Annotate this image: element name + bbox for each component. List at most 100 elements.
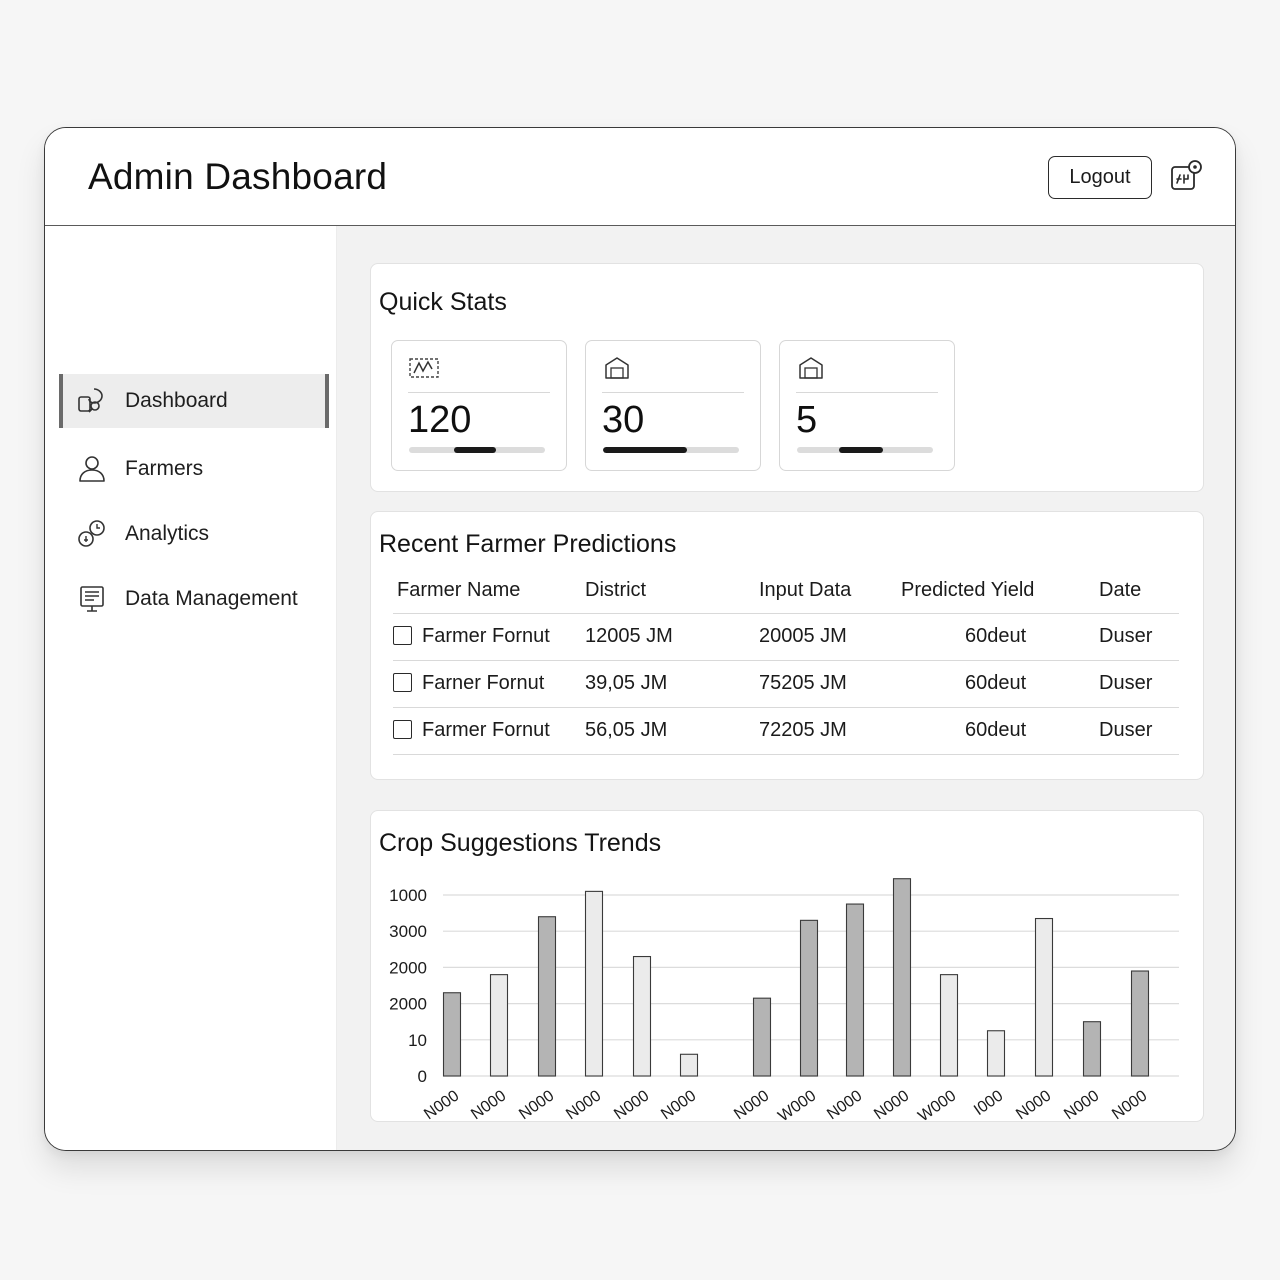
chart-bar[interactable] bbox=[442, 992, 462, 1077]
table-row[interactable]: Farmer Fornut 12005 JM 20005 JM 60deut D… bbox=[393, 613, 1179, 661]
column-header-input-data[interactable]: Input Data bbox=[759, 568, 901, 614]
x-tick-label: N000 bbox=[1109, 1087, 1150, 1123]
x-tick-label: N000 bbox=[871, 1087, 912, 1123]
district-cell: 56,05 JM bbox=[585, 707, 759, 755]
row-checkbox[interactable] bbox=[393, 673, 412, 692]
chart-bar[interactable] bbox=[1130, 970, 1150, 1077]
y-tick-label: 1000 bbox=[389, 886, 427, 905]
chart-bar[interactable] bbox=[799, 919, 819, 1077]
column-header-date[interactable]: Date bbox=[1099, 568, 1179, 614]
chart-bar[interactable] bbox=[892, 878, 912, 1077]
predictions-card: Recent Farmer Predictions Farmer Name Di… bbox=[370, 511, 1204, 780]
x-tick-label: W000 bbox=[915, 1087, 959, 1123]
sidebar-item-data-management[interactable]: Data Management bbox=[59, 572, 329, 626]
chart-bar[interactable] bbox=[1082, 1021, 1102, 1077]
chart-bar[interactable] bbox=[632, 955, 652, 1077]
stat-value: 30 bbox=[602, 399, 645, 441]
table-row[interactable]: Farmer Fornut 56,05 JM 72205 JM 60deut D… bbox=[393, 707, 1179, 755]
predictions-title: Recent Farmer Predictions bbox=[379, 530, 677, 558]
x-tick-label: N000 bbox=[1061, 1087, 1102, 1123]
stat-progress-fill bbox=[603, 447, 688, 453]
chart-bar[interactable] bbox=[1034, 917, 1054, 1077]
x-tick-label: N000 bbox=[658, 1087, 699, 1123]
column-header-farmer-name[interactable]: Farmer Name bbox=[393, 568, 585, 614]
stat-card[interactable]: 120 bbox=[391, 340, 567, 471]
input-data-cell: 20005 JM bbox=[759, 613, 901, 661]
stat-card[interactable]: 30 bbox=[585, 340, 761, 471]
x-tick-label: N000 bbox=[731, 1087, 772, 1123]
y-tick-label: 10 bbox=[408, 1031, 427, 1050]
x-tick-label: I000 bbox=[971, 1087, 1006, 1119]
stat-progress-track bbox=[409, 447, 545, 453]
stat-value: 5 bbox=[796, 399, 818, 441]
table-header-row: Farmer Name District Input Data Predicte… bbox=[393, 568, 1179, 614]
crop-trends-chart: 1000300020002000100N000 N000 N000 N000 N000 N… bbox=[389, 878, 1179, 1123]
farmer-name-cell: Farmer Fornut bbox=[422, 719, 550, 741]
stat-progress-track bbox=[603, 447, 739, 453]
district-cell: 12005 JM bbox=[585, 613, 759, 661]
input-data-cell: 72205 JM bbox=[759, 707, 901, 755]
analytics-icon bbox=[75, 517, 109, 551]
sidebar-item-label: Analytics bbox=[125, 522, 210, 545]
farmer-name-cell: Farner Fornut bbox=[422, 672, 545, 694]
y-tick-label: 0 bbox=[418, 1067, 427, 1086]
data-management-icon bbox=[75, 582, 109, 616]
x-tick-label: N000 bbox=[468, 1087, 509, 1123]
predicted-yield-cell: 60deut bbox=[901, 660, 1099, 708]
quick-stats-title: Quick Stats bbox=[379, 288, 507, 316]
sidebar-item-farmers[interactable]: Farmers bbox=[59, 442, 329, 496]
x-tick-label: N000 bbox=[563, 1087, 604, 1123]
x-tick-label: N000 bbox=[611, 1087, 652, 1123]
stat-divider bbox=[796, 392, 938, 393]
person-icon bbox=[75, 452, 109, 486]
user-settings-icon[interactable] bbox=[1169, 158, 1205, 194]
box-icon bbox=[799, 357, 823, 379]
chart-bar[interactable] bbox=[845, 903, 865, 1077]
stat-divider bbox=[408, 392, 550, 393]
date-cell: Duser bbox=[1099, 613, 1179, 661]
page-title: Admin Dashboard bbox=[88, 156, 388, 197]
header-bar: Admin Dashboard Logout bbox=[45, 128, 1235, 226]
chart-bar[interactable] bbox=[489, 974, 509, 1077]
predicted-yield-cell: 60deut bbox=[901, 707, 1099, 755]
chart-bar[interactable] bbox=[537, 916, 557, 1077]
box-icon bbox=[605, 357, 629, 379]
column-header-predicted-yield[interactable]: Predicted Yield bbox=[901, 568, 1099, 614]
chart-bar[interactable] bbox=[939, 974, 959, 1077]
stats-icon bbox=[409, 358, 439, 378]
chart-bar[interactable] bbox=[679, 1053, 699, 1077]
predictions-table: Farmer Name District Input Data Predicte… bbox=[393, 568, 1179, 755]
x-tick-label: W000 bbox=[775, 1087, 819, 1123]
x-tick-label: N000 bbox=[824, 1087, 865, 1123]
stat-progress-fill bbox=[839, 447, 883, 453]
sidebar-item-dashboard[interactable]: Dashboard bbox=[59, 374, 329, 428]
x-tick-label: N000 bbox=[1013, 1087, 1054, 1123]
row-checkbox[interactable] bbox=[393, 626, 412, 645]
stat-value: 120 bbox=[408, 399, 472, 441]
district-cell: 39,05 JM bbox=[585, 660, 759, 708]
column-header-district[interactable]: District bbox=[585, 568, 759, 614]
row-checkbox[interactable] bbox=[393, 720, 412, 739]
stat-card[interactable]: 5 bbox=[779, 340, 955, 471]
x-tick-label: N000 bbox=[516, 1087, 557, 1123]
chart-card: Crop Suggestions Trends 1000 3000 2000 2000… bbox=[370, 810, 1204, 1123]
x-tick-label: N000 bbox=[421, 1087, 462, 1123]
chart-bar[interactable] bbox=[986, 1030, 1006, 1077]
sidebar-item-label: Dashboard bbox=[125, 389, 228, 412]
chart-bar[interactable] bbox=[584, 890, 604, 1077]
y-tick-label: 2000 bbox=[389, 995, 427, 1014]
date-cell: Duser bbox=[1099, 707, 1179, 755]
table-row[interactable]: Farner Fornut 39,05 JM 75205 JM 60deut D… bbox=[393, 660, 1179, 708]
y-tick-label: 3000 bbox=[389, 922, 427, 941]
chart-bar[interactable] bbox=[752, 997, 772, 1077]
farmer-name-cell: Farmer Fornut bbox=[422, 625, 550, 647]
logout-button[interactable]: Logout bbox=[1048, 156, 1152, 199]
sidebar-item-label: Data Management bbox=[125, 587, 298, 610]
sidebar-item-analytics[interactable]: Analytics bbox=[59, 507, 329, 561]
sidebar-item-label: Farmers bbox=[125, 457, 204, 480]
app-window: Admin Dashboard Logout Dashboard Farmers bbox=[44, 127, 1236, 1151]
y-tick-label: 2000 bbox=[389, 958, 427, 977]
quick-stats-card: Quick Stats 120 30 5 bbox=[370, 263, 1204, 492]
stat-progress-fill bbox=[453, 447, 497, 453]
stat-divider bbox=[602, 392, 744, 393]
